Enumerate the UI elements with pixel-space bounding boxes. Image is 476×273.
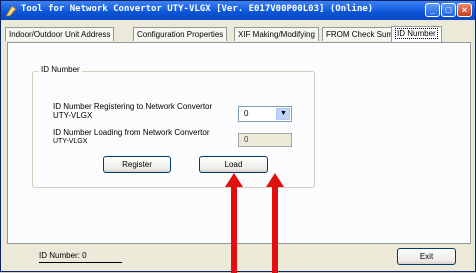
chevron-down-icon: ▼ (280, 110, 287, 117)
maximize-button[interactable]: □ (441, 3, 456, 17)
load-id-field: 0 (238, 133, 292, 147)
load-id-value: 0 (244, 135, 249, 144)
minimize-icon: _ (429, 5, 435, 15)
arrow-up-icon (225, 173, 243, 187)
close-button[interactable]: × (457, 3, 472, 17)
arrow-up-icon (266, 173, 284, 187)
minimize-button[interactable]: _ (425, 3, 440, 17)
load-label-text: ID Number Loading from Network Convertor (53, 128, 210, 137)
group-title: ID Number (39, 65, 82, 74)
register-id-select[interactable]: 0 ▼ (238, 106, 292, 122)
register-button[interactable]: Register (103, 156, 171, 173)
register-label-sub: UTY-VLGX (53, 111, 93, 120)
tab-from-check-sum[interactable]: FROM Check Sum (322, 27, 398, 41)
load-button[interactable]: Load (199, 156, 268, 173)
app-window: Tool for Network Convertor UTY-VLGX [Ver… (0, 0, 476, 273)
tab-label: Indoor/Outdoor Unit Address (9, 30, 111, 39)
annotation-arrow-shaft (272, 186, 278, 273)
tab-configuration-properties[interactable]: Configuration Properties (133, 27, 228, 41)
load-label-sub: UTY-VLGX (53, 138, 88, 145)
window-title: Tool for Network Convertor UTY-VLGX [Ver… (21, 4, 374, 14)
register-label: ID Number Registering to Network Convert… (53, 102, 212, 120)
tab-label: XIF Making/Modifying (238, 30, 315, 39)
tab-label: Configuration Properties (137, 30, 224, 39)
load-label: ID Number Loading from Network Convertor… (53, 128, 210, 146)
title-bar[interactable]: Tool for Network Convertor UTY-VLGX [Ver… (1, 1, 475, 20)
tab-indoor-outdoor-unit-address[interactable]: Indoor/Outdoor Unit Address (5, 27, 115, 41)
dropdown-button[interactable]: ▼ (276, 108, 290, 120)
close-icon: × (461, 5, 468, 15)
tab-xif-making-modifying[interactable]: XIF Making/Modifying (234, 27, 319, 41)
exit-button[interactable]: Exit (397, 248, 456, 265)
app-icon (5, 5, 17, 17)
tab-label: ID Number (395, 28, 438, 39)
tab-id-number[interactable]: ID Number (391, 26, 442, 42)
register-id-value: 0 (244, 109, 249, 118)
maximize-icon: □ (445, 5, 452, 15)
tab-strip: Indoor/Outdoor Unit Address Configuratio… (3, 26, 473, 42)
register-label-text: ID Number Registering to Network Convert… (53, 102, 213, 111)
id-number-status: ID Number: 0 (39, 251, 122, 263)
tab-label: FROM Check Sum (326, 30, 394, 39)
annotation-arrow-shaft (231, 186, 237, 273)
